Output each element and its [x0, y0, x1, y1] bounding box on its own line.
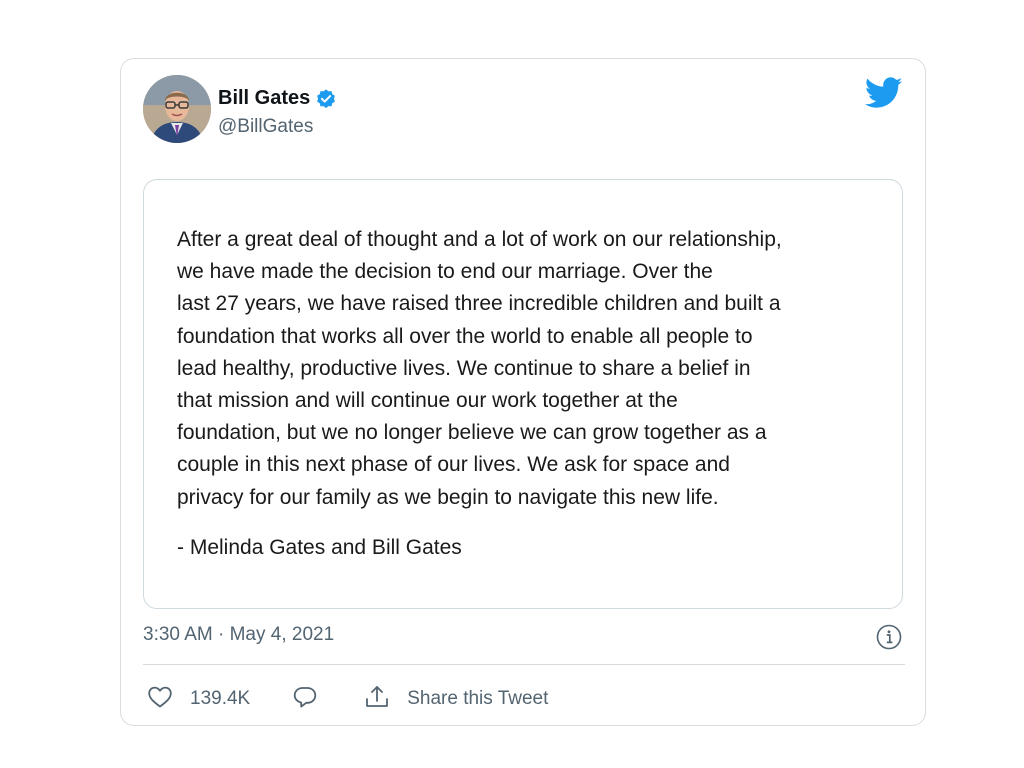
twitter-bird-icon[interactable] [864, 77, 903, 109]
verified-badge-icon [315, 88, 337, 110]
reply-button[interactable] [292, 685, 318, 714]
like-count: 139.4K [190, 688, 251, 709]
avatar-image [143, 75, 211, 143]
tweet-timestamp[interactable]: 3:30 AM · May 4, 2021 [143, 624, 334, 646]
statement-signature: - Melinda Gates and Bill Gates [177, 535, 462, 559]
heart-icon [147, 685, 173, 714]
display-name[interactable]: Bill Gates [218, 87, 310, 110]
info-icon[interactable] [876, 624, 902, 650]
like-button[interactable]: 139.4K [147, 685, 250, 714]
avatar[interactable] [143, 75, 211, 143]
tweet-card: Bill Gates @BillGates After a great deal… [120, 58, 926, 726]
action-bar: 139.4K Share this Tweet [147, 679, 548, 719]
name-row: Bill Gates [218, 87, 337, 110]
statement-text: After a great deal of thought and a lot … [177, 228, 782, 509]
share-label: Share this Tweet [407, 688, 549, 709]
divider [143, 664, 905, 665]
share-button[interactable]: Share this Tweet [364, 684, 548, 715]
share-icon [364, 684, 390, 715]
user-handle[interactable]: @BillGates [218, 116, 313, 138]
statement-image[interactable]: After a great deal of thought and a lot … [143, 179, 903, 609]
reply-bubble-icon [292, 685, 318, 714]
